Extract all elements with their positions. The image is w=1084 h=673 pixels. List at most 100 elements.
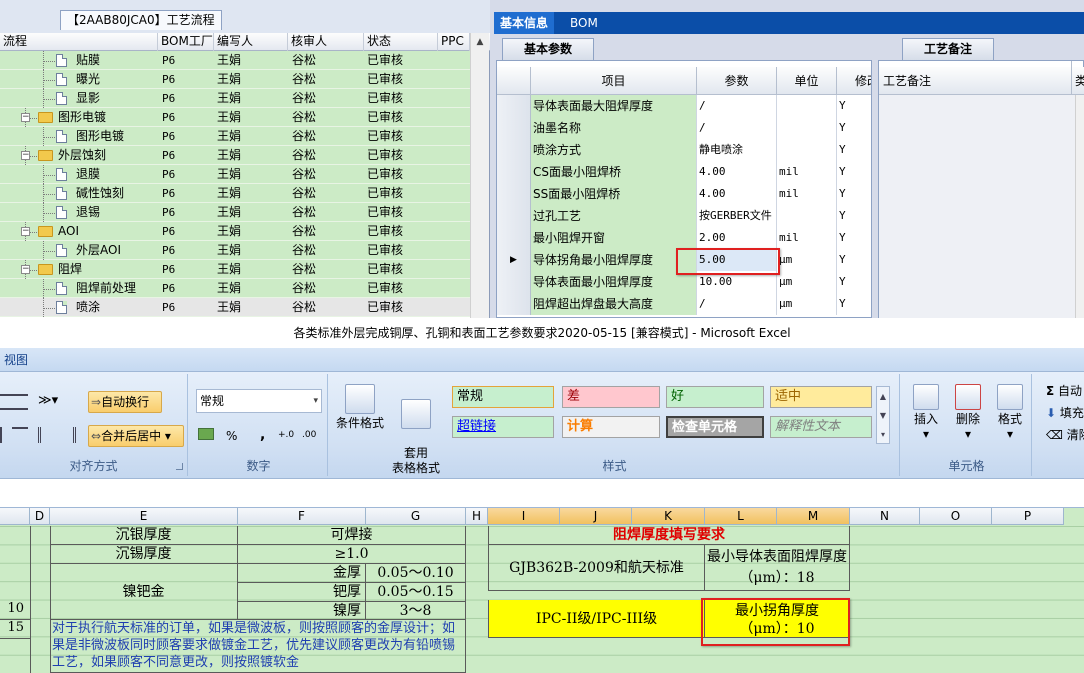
column-header-e[interactable]: E (50, 508, 238, 525)
param-value[interactable]: 静电喷涂 (697, 139, 777, 161)
col-writer[interactable]: 编写人 (214, 33, 288, 51)
collapse-icon[interactable]: − (21, 151, 30, 160)
notes-scrollbar[interactable] (1075, 95, 1084, 318)
tab-process-flow[interactable]: 【2AAB80JCA0】工艺流程 (60, 10, 222, 30)
tree-scrollbar[interactable]: ▲ (470, 33, 489, 318)
notes-col2-header[interactable]: 类 (1075, 67, 1084, 95)
cell-nickel-value[interactable]: 3～8 (366, 602, 466, 620)
cell-a-10[interactable]: 10 (0, 600, 30, 619)
column-header-g[interactable]: G (366, 508, 466, 525)
tab-view[interactable]: 视图 (4, 348, 28, 372)
scroll-up-icon[interactable]: ▲ (471, 33, 489, 51)
column-header-d[interactable]: D (30, 508, 50, 525)
row-indicator[interactable] (497, 161, 531, 183)
tree-row[interactable]: 阻焊前处理 P6 王娟 谷松 已审核 (0, 279, 470, 298)
column-header-j[interactable]: J (560, 508, 632, 525)
row-indicator[interactable] (497, 139, 531, 161)
column-header-partial[interactable] (0, 508, 30, 525)
cell-aerospace-note[interactable]: 对于执行航天标准的订单，如果是微波板，则按照顾客的金厚设计；如果是非微波板同时顾… (50, 620, 466, 673)
merge-center-button[interactable]: ⇔合并后居中 ▾ (88, 425, 184, 447)
cell-nickel-label[interactable]: 镍厚 (238, 602, 366, 620)
tab-basic-params[interactable]: 基本参数 (502, 38, 594, 60)
cell-solderable[interactable]: 可焊接 (238, 526, 466, 545)
param-value[interactable]: 4.00 (697, 161, 777, 183)
cell-style-6[interactable]: 检查单元格 (666, 416, 764, 438)
collapse-icon[interactable]: − (21, 113, 30, 122)
decrease-indent-icon[interactable] (38, 427, 54, 443)
tab-basic-info[interactable]: 基本信息 (494, 12, 555, 34)
param-value[interactable]: / (697, 95, 777, 117)
cell-style-7[interactable]: 解释性文本 (770, 416, 872, 438)
insert-button[interactable]: 插入 ▾ (906, 384, 946, 442)
tab-process-notes[interactable]: 工艺备注 (902, 38, 994, 60)
param-value[interactable]: 4.00 (697, 183, 777, 205)
col-ppc[interactable]: PPC (438, 33, 470, 51)
percent-button[interactable]: % (226, 429, 237, 443)
cell-palladium-value[interactable]: 0.05～0.15 (366, 583, 466, 602)
tree-row[interactable]: 退锡 P6 王娟 谷松 已审核 (0, 203, 470, 222)
row-indicator[interactable] (497, 271, 531, 293)
wrap-text-button[interactable]: ⇒自动换行 (88, 391, 162, 413)
cell-tin-value[interactable]: ≥1.0 (238, 545, 466, 564)
clear-button[interactable]: ⌫ 清除 (1046, 426, 1084, 443)
param-row[interactable]: 过孔工艺 按GERBER文件 Y (497, 205, 871, 227)
tree-row[interactable]: 喷涂 P6 王娟 谷松 已审核 (0, 298, 470, 317)
tree-row[interactable]: − 阻焊 P6 王娟 谷松 已审核 (0, 260, 470, 279)
cell-ipc-class[interactable]: IPC-II级/IPC-III级 (488, 600, 705, 638)
cell-min-surface[interactable]: 最小导体表面阻焊厚度（μm）：18 (705, 545, 850, 591)
align-center-icon[interactable] (12, 394, 28, 410)
row-indicator[interactable] (497, 227, 531, 249)
cell-silver-thickness[interactable]: 沉银厚度 (50, 526, 238, 545)
cell-gjb-standard[interactable]: GJB362B-2009和航天标准 (488, 545, 705, 591)
param-value[interactable]: 2.00 (697, 227, 777, 249)
accounting-icon[interactable] (198, 428, 214, 440)
autosum-button[interactable]: Σ 自动 (1046, 382, 1082, 399)
tree-row[interactable]: 贴膜 P6 王娟 谷松 已审核 (0, 51, 470, 70)
fill-button[interactable]: ⬇ 填充 (1046, 404, 1084, 421)
cell-style-4[interactable]: 超链接 (452, 416, 554, 438)
increase-indent-icon[interactable] (60, 427, 76, 443)
param-row[interactable]: 导体表面最大阻焊厚度 / Y (497, 95, 871, 117)
cell-area[interactable]: 10 15 沉银厚度 可焊接 沉锡厚度 ≥1.0 镍钯金 金厚 0.05～0.1… (0, 526, 1084, 673)
format-button[interactable]: 格式 ▾ (990, 384, 1030, 442)
tree-row[interactable]: 退膜 P6 王娟 谷松 已审核 (0, 165, 470, 184)
dropdown-arrow-icon[interactable]: ▾ (313, 390, 318, 412)
row-indicator[interactable] (497, 183, 531, 205)
tree-row[interactable]: 碱性蚀刻 P6 王娟 谷松 已审核 (0, 184, 470, 203)
decrease-decimal-button[interactable]: .00 (302, 430, 316, 440)
param-row[interactable]: 阻焊超出焊盘最大高度 / μm Y (497, 293, 871, 315)
cell-a-15[interactable]: 15 (0, 619, 30, 638)
col-bom[interactable]: BOM工厂 (158, 33, 214, 51)
collapse-icon[interactable]: − (21, 227, 30, 236)
cell-style-3[interactable]: 适中 (770, 386, 872, 408)
column-header-i[interactable]: I (488, 508, 560, 525)
col-reviewer[interactable]: 核审人 (288, 33, 364, 51)
row-indicator[interactable] (497, 117, 531, 139)
cell-enepig[interactable]: 镍钯金 (50, 564, 238, 620)
notes-area[interactable] (879, 95, 1075, 318)
column-header-h[interactable]: H (466, 508, 488, 525)
tree-row[interactable]: − 外层蚀刻 P6 王娟 谷松 已审核 (0, 146, 470, 165)
column-header-n[interactable]: N (850, 508, 920, 525)
cell-style-1[interactable]: 差 (562, 386, 660, 408)
col-flow[interactable]: 流程 (0, 33, 158, 51)
col-unit[interactable]: 单位 (777, 67, 837, 95)
cell-palladium-label[interactable]: 钯厚 (238, 583, 366, 602)
cell-gold-label[interactable]: 金厚 (238, 564, 366, 583)
row-indicator[interactable] (497, 293, 531, 315)
cell-style-0[interactable]: 常规 (452, 386, 554, 408)
conditional-format-button[interactable]: 条件格式 (332, 384, 388, 431)
current-row-icon[interactable]: ▶ (497, 249, 531, 271)
param-row[interactable]: SS面最小阻焊桥 4.00 mil Y (497, 183, 871, 205)
column-header-k[interactable]: K (632, 508, 705, 525)
tree-row[interactable]: 曝光 P6 王娟 谷松 已审核 (0, 70, 470, 89)
formula-bar[interactable] (0, 478, 1084, 508)
param-value[interactable]: 按GERBER文件 (697, 205, 777, 227)
col-item[interactable]: 项目 (531, 67, 697, 95)
param-row[interactable]: 油墨名称 / Y (497, 117, 871, 139)
delete-button[interactable]: 删除 ▾ (948, 384, 988, 442)
dialog-launcher-icon[interactable] (176, 463, 183, 470)
column-header-l[interactable]: L (705, 508, 777, 525)
collapse-icon[interactable]: − (21, 265, 30, 274)
column-header-f[interactable]: F (238, 508, 366, 525)
